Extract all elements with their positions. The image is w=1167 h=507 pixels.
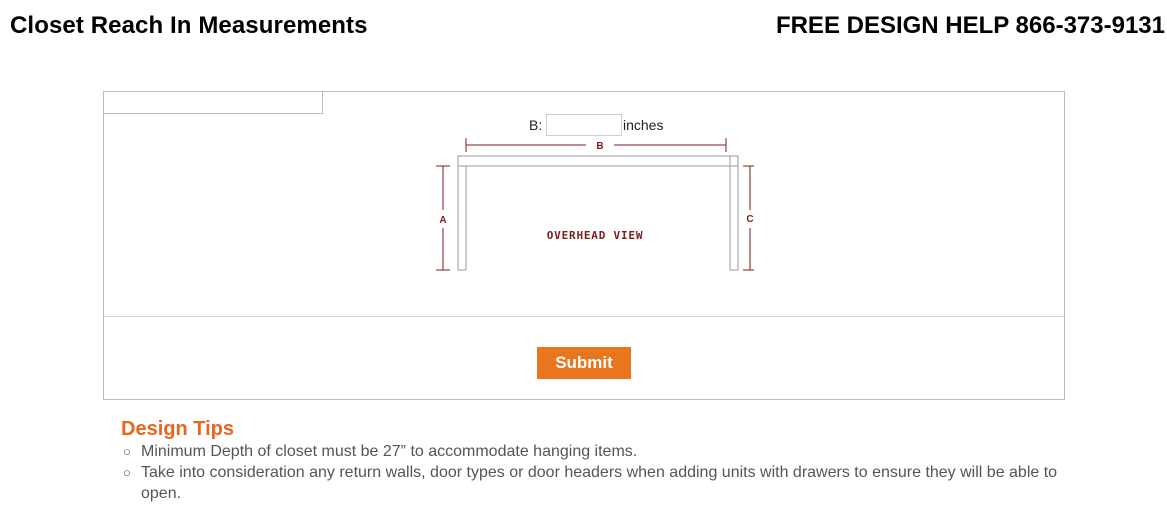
bullet-icon: ○	[123, 465, 131, 480]
bullet-icon: ○	[123, 444, 131, 459]
tip-text: Minimum Depth of closet must be 27” to a…	[141, 443, 638, 460]
dimension-c-label: C	[746, 214, 753, 225]
tip-text: Take into consideration any return walls…	[141, 464, 1058, 502]
submit-button[interactable]: Submit	[537, 347, 631, 379]
measurement-panel: B: inches B A C OVERHEAD VIEW Submit	[103, 91, 1065, 400]
dimension-b-label: B	[596, 141, 603, 152]
left-wall	[457, 165, 467, 271]
design-tips-title: Design Tips	[121, 418, 234, 440]
dimension-a-label: A	[439, 215, 446, 226]
design-help-phone[interactable]: FREE DESIGN HELP 866-373-9131	[776, 12, 1165, 40]
list-item: ○ Take into consideration any return wall…	[121, 462, 1071, 504]
right-wall-inner	[729, 155, 739, 167]
panel-divider	[104, 316, 1064, 317]
closet-overhead-diagram: B A C OVERHEAD VIEW	[436, 138, 754, 271]
field-label-b: B:	[529, 117, 543, 133]
right-wall	[729, 165, 739, 271]
panel-tab[interactable]	[104, 92, 323, 114]
page-title: Closet Reach In Measurements	[10, 12, 368, 39]
list-item: ○ Minimum Depth of closet must be 27” to …	[121, 441, 1071, 462]
unit-label: inches	[623, 117, 664, 133]
back-wall	[457, 155, 731, 167]
design-tips-list: ○ Minimum Depth of closet must be 27” to …	[121, 441, 1071, 504]
overhead-view-caption: OVERHEAD VIEW	[547, 229, 644, 242]
